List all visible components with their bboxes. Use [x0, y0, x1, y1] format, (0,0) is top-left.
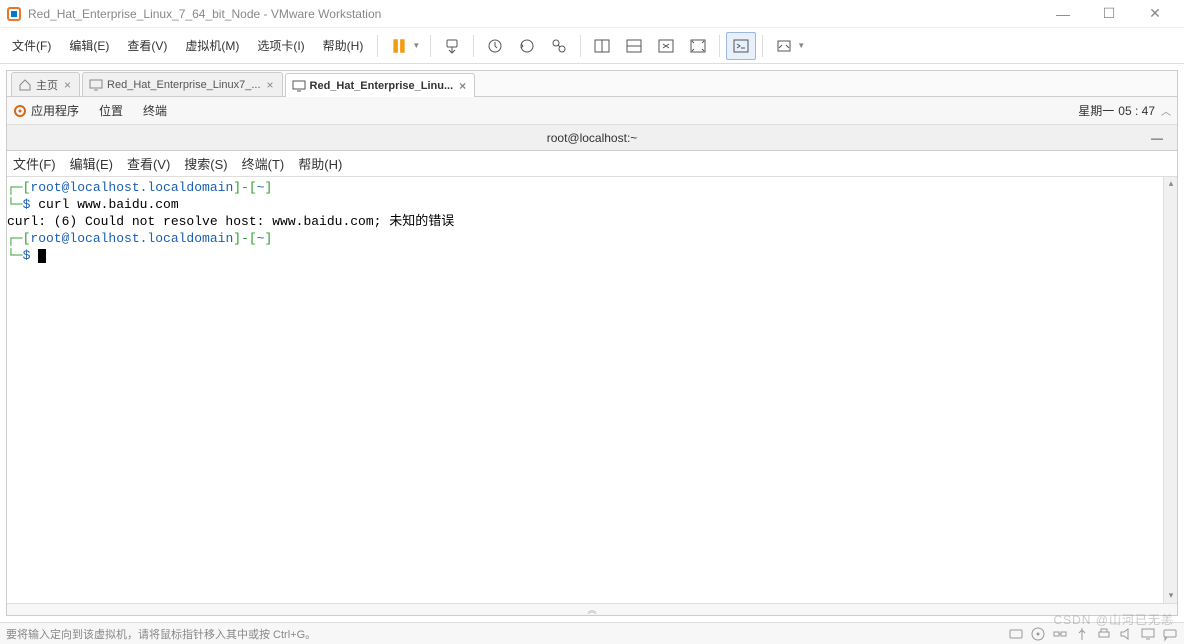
unity-icon[interactable]	[651, 32, 681, 60]
apps-label: 应用程序	[31, 102, 79, 119]
term-menu-search[interactable]: 搜索(S)	[184, 154, 227, 173]
prompt-user: root@localhost.localdomain	[30, 231, 233, 246]
menu-tabs[interactable]: 选项卡(I)	[249, 33, 312, 58]
pause-icon[interactable]	[384, 32, 414, 60]
clock-time: 05 : 47	[1118, 104, 1155, 118]
stretch-icon[interactable]	[769, 32, 799, 60]
home-icon	[18, 78, 32, 92]
tab-label: Red_Hat_Enterprise_Linu...	[310, 80, 454, 92]
tab-row: 主页 × Red_Hat_Enterprise_Linux7_... × Red…	[7, 71, 1177, 97]
terminal-minimize-icon[interactable]: —	[1151, 131, 1163, 145]
separator	[762, 35, 763, 57]
terminal-label: 终端	[143, 102, 167, 119]
separator	[377, 35, 378, 57]
vm-content-frame: 主页 × Red_Hat_Enterprise_Linux7_... × Red…	[6, 70, 1178, 616]
menu-edit[interactable]: 编辑(E)	[61, 33, 117, 58]
status-hint: 要将输入定向到该虚拟机，请将鼠标指针移入其中或按 Ctrl+G。	[6, 626, 316, 642]
places-label: 位置	[99, 102, 123, 119]
clock-day: 星期一	[1078, 102, 1114, 119]
chevron-up-icon[interactable]: ︿	[1161, 103, 1171, 118]
menu-view[interactable]: 查看(V)	[119, 33, 175, 58]
terminal-menu-item[interactable]: 终端	[143, 102, 167, 119]
places-icon	[13, 104, 27, 118]
tab-label: Red_Hat_Enterprise_Linux7_...	[107, 79, 260, 91]
menu-file[interactable]: 文件(F)	[4, 33, 59, 58]
scroll-up-icon[interactable]: ▴	[1164, 177, 1177, 191]
guest-gnome-topbar: 应用程序 位置 终端 星期一 05 : 47 ︿	[7, 97, 1177, 125]
terminal-scrollbar[interactable]: ▴ ▾	[1163, 177, 1177, 603]
disk-icon[interactable]	[1008, 626, 1024, 642]
output-line-1: curl: (6) Could not resolve host: www.ba…	[7, 213, 1177, 230]
places-menu[interactable]: 位置	[99, 102, 123, 119]
menu-help[interactable]: 帮助(H)	[315, 33, 372, 58]
separator	[719, 35, 720, 57]
tab-vm1[interactable]: Red_Hat_Enterprise_Linux7_... ×	[82, 72, 283, 96]
cd-icon[interactable]	[1030, 626, 1046, 642]
tab-home[interactable]: 主页 ×	[11, 72, 80, 96]
tab-close-icon[interactable]: ×	[267, 78, 274, 92]
close-button[interactable]: ✕	[1132, 0, 1178, 28]
terminal-output[interactable]: ┌─[root@localhost.localdomain]-[~] └─$ c…	[7, 177, 1177, 603]
separator	[473, 35, 474, 57]
console-icon[interactable]	[726, 32, 756, 60]
cursor	[38, 249, 46, 263]
command-1: curl www.baidu.com	[38, 197, 178, 212]
statusbar: 要将输入定向到该虚拟机，请将鼠标指针移入其中或按 Ctrl+G。	[0, 622, 1184, 644]
collapse-handle[interactable]: ︽	[7, 603, 1177, 615]
single-view-icon[interactable]	[619, 32, 649, 60]
separator	[430, 35, 431, 57]
window-titlebar: Red_Hat_Enterprise_Linux_7_64_bit_Node -…	[0, 0, 1184, 28]
monitor-icon	[89, 78, 103, 92]
terminal-titlebar: root@localhost:~ —	[7, 125, 1177, 151]
monitor-icon	[292, 79, 306, 93]
send-keys-icon[interactable]	[437, 32, 467, 60]
term-menu-file[interactable]: 文件(F)	[13, 154, 56, 173]
fullscreen-icon[interactable]	[683, 32, 713, 60]
menubar: 文件(F) 编辑(E) 查看(V) 虚拟机(M) 选项卡(I) 帮助(H) ▼ …	[0, 28, 1184, 64]
snapshot-manager-icon[interactable]	[544, 32, 574, 60]
watermark: CSDN @山河已无恙	[1053, 611, 1174, 628]
term-menu-edit[interactable]: 编辑(E)	[70, 154, 113, 173]
split-view-icon[interactable]	[587, 32, 617, 60]
tab-close-icon[interactable]: ×	[459, 79, 466, 93]
minimize-button[interactable]: —	[1040, 0, 1086, 28]
term-menu-help[interactable]: 帮助(H)	[298, 154, 342, 173]
separator	[580, 35, 581, 57]
maximize-button[interactable]: ☐	[1086, 0, 1132, 28]
pause-dropdown[interactable]: ▼	[412, 41, 420, 50]
menu-vm[interactable]: 虚拟机(M)	[177, 33, 247, 58]
window-title: Red_Hat_Enterprise_Linux_7_64_bit_Node -…	[28, 7, 1040, 21]
vmware-icon	[6, 6, 22, 22]
terminal-menubar: 文件(F) 编辑(E) 查看(V) 搜索(S) 终端(T) 帮助(H)	[7, 151, 1177, 177]
tab-label: 主页	[36, 77, 58, 93]
scroll-down-icon[interactable]: ▾	[1164, 589, 1177, 603]
tab-vm2-active[interactable]: Red_Hat_Enterprise_Linu... ×	[285, 73, 476, 97]
stretch-dropdown[interactable]: ▼	[797, 41, 805, 50]
snapshot-icon[interactable]	[480, 32, 510, 60]
activities-menu[interactable]: 应用程序	[13, 102, 79, 119]
revert-snapshot-icon[interactable]	[512, 32, 542, 60]
prompt-user: root@localhost.localdomain	[30, 180, 233, 195]
tab-close-icon[interactable]: ×	[64, 78, 71, 92]
term-menu-view[interactable]: 查看(V)	[127, 154, 170, 173]
term-menu-terminal[interactable]: 终端(T)	[242, 154, 285, 173]
terminal-title-text: root@localhost:~	[547, 131, 638, 145]
